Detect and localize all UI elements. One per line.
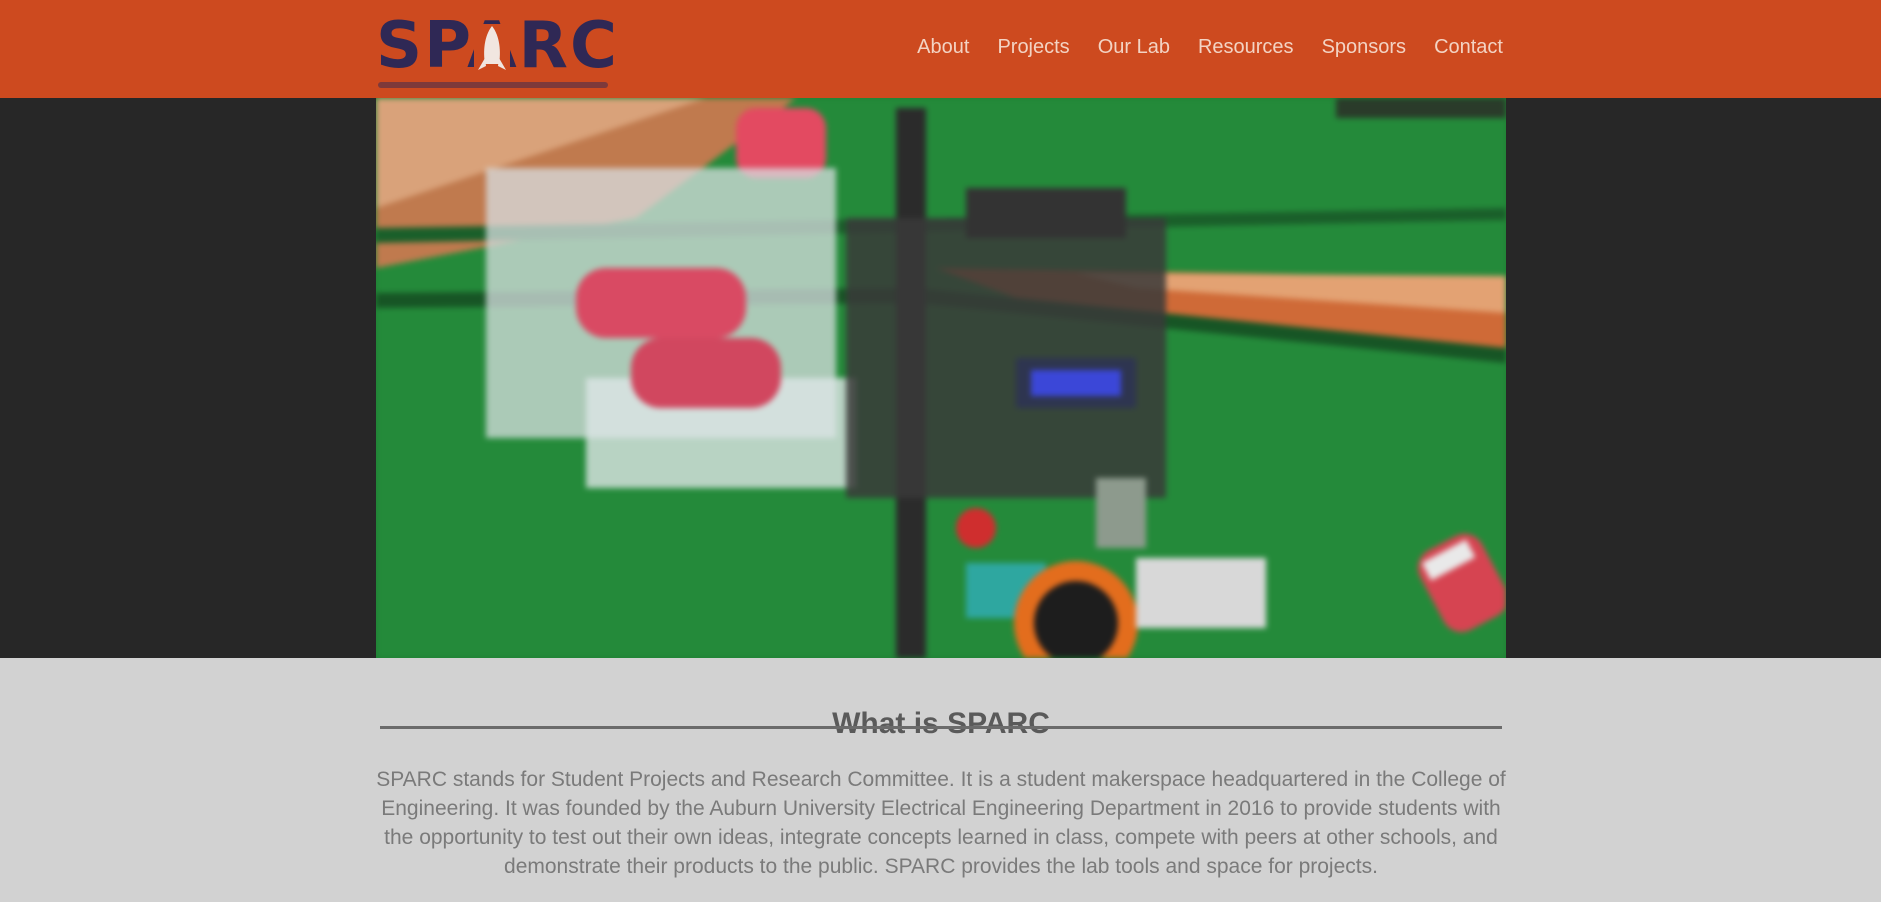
nav-contact[interactable]: Contact (1434, 36, 1503, 59)
logo-tagline-bar (378, 82, 608, 88)
nav-resources[interactable]: Resources (1198, 36, 1294, 59)
about-section: What is SPARC SPARC stands for Student P… (0, 658, 1881, 902)
nav-projects[interactable]: Projects (997, 36, 1069, 59)
hero-image (376, 98, 1506, 658)
about-divider (380, 726, 1502, 729)
main-nav: About Projects Our Lab Resources Sponsor… (917, 36, 1503, 59)
nav-about[interactable]: About (917, 36, 969, 59)
site-header: SPARC About Projects Our Lab Resources S… (0, 0, 1881, 98)
nav-our-lab[interactable]: Our Lab (1098, 36, 1170, 59)
nav-sponsors[interactable]: Sponsors (1322, 36, 1407, 59)
about-title: What is SPARC (832, 706, 1050, 740)
about-description: SPARC stands for Student Projects and Re… (376, 768, 1506, 878)
sparc-logo[interactable]: SPARC (376, 6, 617, 90)
robot-photo (376, 98, 1506, 658)
rocket-icon (474, 24, 510, 76)
